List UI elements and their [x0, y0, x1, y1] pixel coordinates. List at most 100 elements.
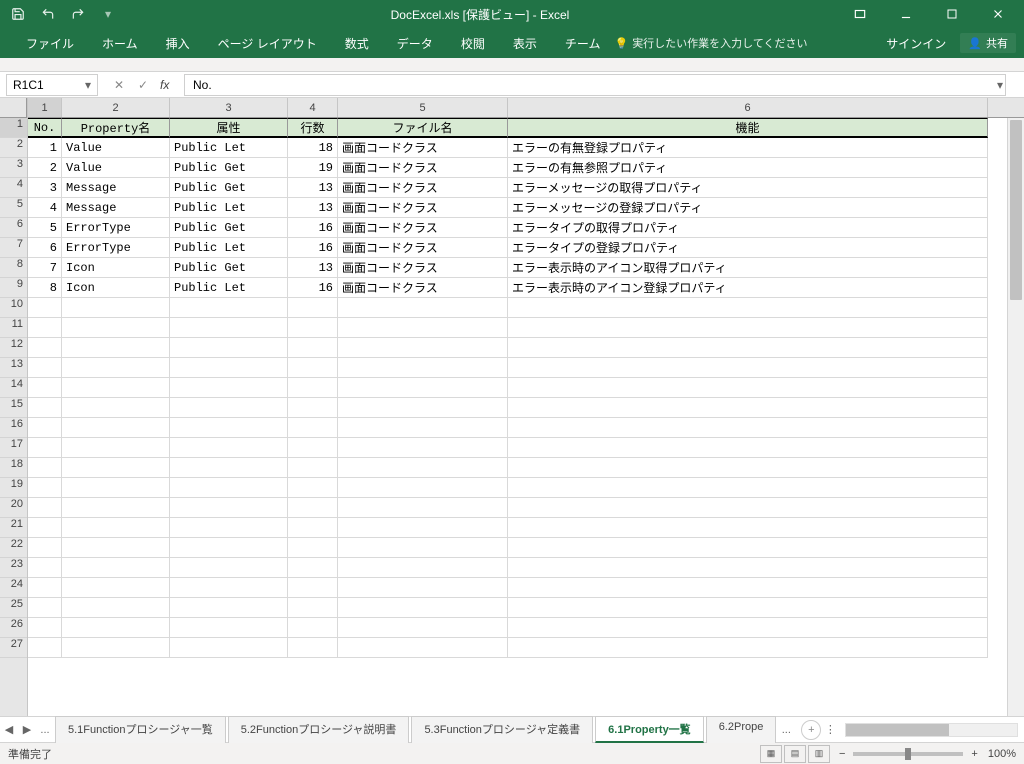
- ribbon-display-button[interactable]: [838, 2, 882, 26]
- undo-button[interactable]: [34, 2, 62, 26]
- cell[interactable]: [62, 478, 170, 498]
- cell[interactable]: [288, 598, 338, 618]
- cell[interactable]: [288, 498, 338, 518]
- cell[interactable]: [62, 518, 170, 538]
- cell[interactable]: [288, 358, 338, 378]
- tab-file[interactable]: ファイル: [12, 29, 88, 58]
- tabstrip-menu-icon[interactable]: ⋮: [821, 723, 839, 736]
- tab-insert[interactable]: 挿入: [152, 29, 204, 58]
- cell[interactable]: [62, 398, 170, 418]
- cell[interactable]: 19: [288, 158, 338, 178]
- cell[interactable]: [508, 418, 988, 438]
- cell[interactable]: Public Let: [170, 198, 288, 218]
- cell[interactable]: [62, 538, 170, 558]
- cell[interactable]: Icon: [62, 278, 170, 298]
- cell[interactable]: 7: [28, 258, 62, 278]
- cell[interactable]: [170, 418, 288, 438]
- cell[interactable]: [28, 358, 62, 378]
- column-header[interactable]: 1: [28, 98, 62, 117]
- row-header[interactable]: 3: [0, 158, 27, 178]
- cell[interactable]: 13: [288, 198, 338, 218]
- cell[interactable]: [170, 358, 288, 378]
- share-button[interactable]: 👤 共有: [960, 33, 1016, 53]
- tab-team[interactable]: チーム: [551, 29, 615, 58]
- cell[interactable]: [28, 298, 62, 318]
- cell[interactable]: 2: [28, 158, 62, 178]
- cell[interactable]: [508, 318, 988, 338]
- cell[interactable]: [62, 618, 170, 638]
- formula-expand-icon[interactable]: ▾: [997, 78, 1003, 92]
- column-header[interactable]: 2: [62, 98, 170, 117]
- row-header[interactable]: 26: [0, 618, 27, 638]
- cell[interactable]: [170, 298, 288, 318]
- cell[interactable]: [62, 498, 170, 518]
- cell[interactable]: [62, 438, 170, 458]
- cell[interactable]: 16: [288, 218, 338, 238]
- row-header[interactable]: 22: [0, 538, 27, 558]
- cell[interactable]: [338, 298, 508, 318]
- cell[interactable]: [62, 578, 170, 598]
- row-header[interactable]: 5: [0, 198, 27, 218]
- formula-input[interactable]: No. ▾: [184, 74, 1006, 96]
- cell[interactable]: [28, 578, 62, 598]
- cell[interactable]: Public Let: [170, 278, 288, 298]
- cell[interactable]: [28, 458, 62, 478]
- sheet-tab[interactable]: 6.1Property一覧: [595, 716, 704, 743]
- cell[interactable]: [170, 618, 288, 638]
- cell[interactable]: [62, 458, 170, 478]
- cell[interactable]: [338, 558, 508, 578]
- name-box-dropdown-icon[interactable]: ▾: [81, 77, 95, 93]
- cell[interactable]: [62, 378, 170, 398]
- row-header[interactable]: 19: [0, 478, 27, 498]
- cell[interactable]: Public Get: [170, 258, 288, 278]
- cell[interactable]: エラータイプの取得プロパティ: [508, 218, 988, 238]
- cell[interactable]: [62, 598, 170, 618]
- row-header[interactable]: 1: [0, 118, 27, 138]
- cell[interactable]: [170, 498, 288, 518]
- row-header[interactable]: 4: [0, 178, 27, 198]
- save-button[interactable]: [4, 2, 32, 26]
- column-header[interactable]: 5: [338, 98, 508, 117]
- cell[interactable]: 8: [28, 278, 62, 298]
- tab-formulas[interactable]: 数式: [331, 29, 383, 58]
- cell[interactable]: ErrorType: [62, 238, 170, 258]
- cell[interactable]: 1: [28, 138, 62, 158]
- cell[interactable]: [288, 578, 338, 598]
- cell[interactable]: [62, 298, 170, 318]
- cell[interactable]: 13: [288, 258, 338, 278]
- zoom-slider[interactable]: [853, 752, 963, 756]
- row-header[interactable]: 21: [0, 518, 27, 538]
- cell[interactable]: [288, 458, 338, 478]
- close-button[interactable]: [976, 2, 1020, 26]
- cell[interactable]: [170, 318, 288, 338]
- cell[interactable]: [28, 498, 62, 518]
- cell[interactable]: 行数: [288, 118, 338, 138]
- cell[interactable]: [508, 378, 988, 398]
- cell[interactable]: [338, 638, 508, 658]
- cell[interactable]: [28, 638, 62, 658]
- cell[interactable]: [338, 578, 508, 598]
- sheet-tab[interactable]: 5.2Functionプロシージャ説明書: [228, 716, 410, 743]
- cell[interactable]: [170, 478, 288, 498]
- cell[interactable]: [170, 378, 288, 398]
- zoom-slider-knob[interactable]: [905, 748, 911, 760]
- cell[interactable]: [28, 598, 62, 618]
- cell[interactable]: Public Get: [170, 178, 288, 198]
- tab-review[interactable]: 校閲: [447, 29, 499, 58]
- cell[interactable]: [62, 358, 170, 378]
- cell[interactable]: [508, 638, 988, 658]
- cell[interactable]: [338, 398, 508, 418]
- cell[interactable]: 画面コードクラス: [338, 198, 508, 218]
- cell[interactable]: [338, 338, 508, 358]
- grid[interactable]: 123456 No.Property名属性行数ファイル名機能1ValuePubl…: [28, 98, 1024, 716]
- cell[interactable]: [170, 638, 288, 658]
- cell[interactable]: [28, 398, 62, 418]
- row-header[interactable]: 6: [0, 218, 27, 238]
- sheet-tab[interactable]: 6.2Prope: [706, 716, 777, 743]
- row-header[interactable]: 25: [0, 598, 27, 618]
- cell[interactable]: [62, 338, 170, 358]
- cell[interactable]: [508, 578, 988, 598]
- cell[interactable]: [170, 438, 288, 458]
- cell[interactable]: [508, 338, 988, 358]
- cell[interactable]: 5: [28, 218, 62, 238]
